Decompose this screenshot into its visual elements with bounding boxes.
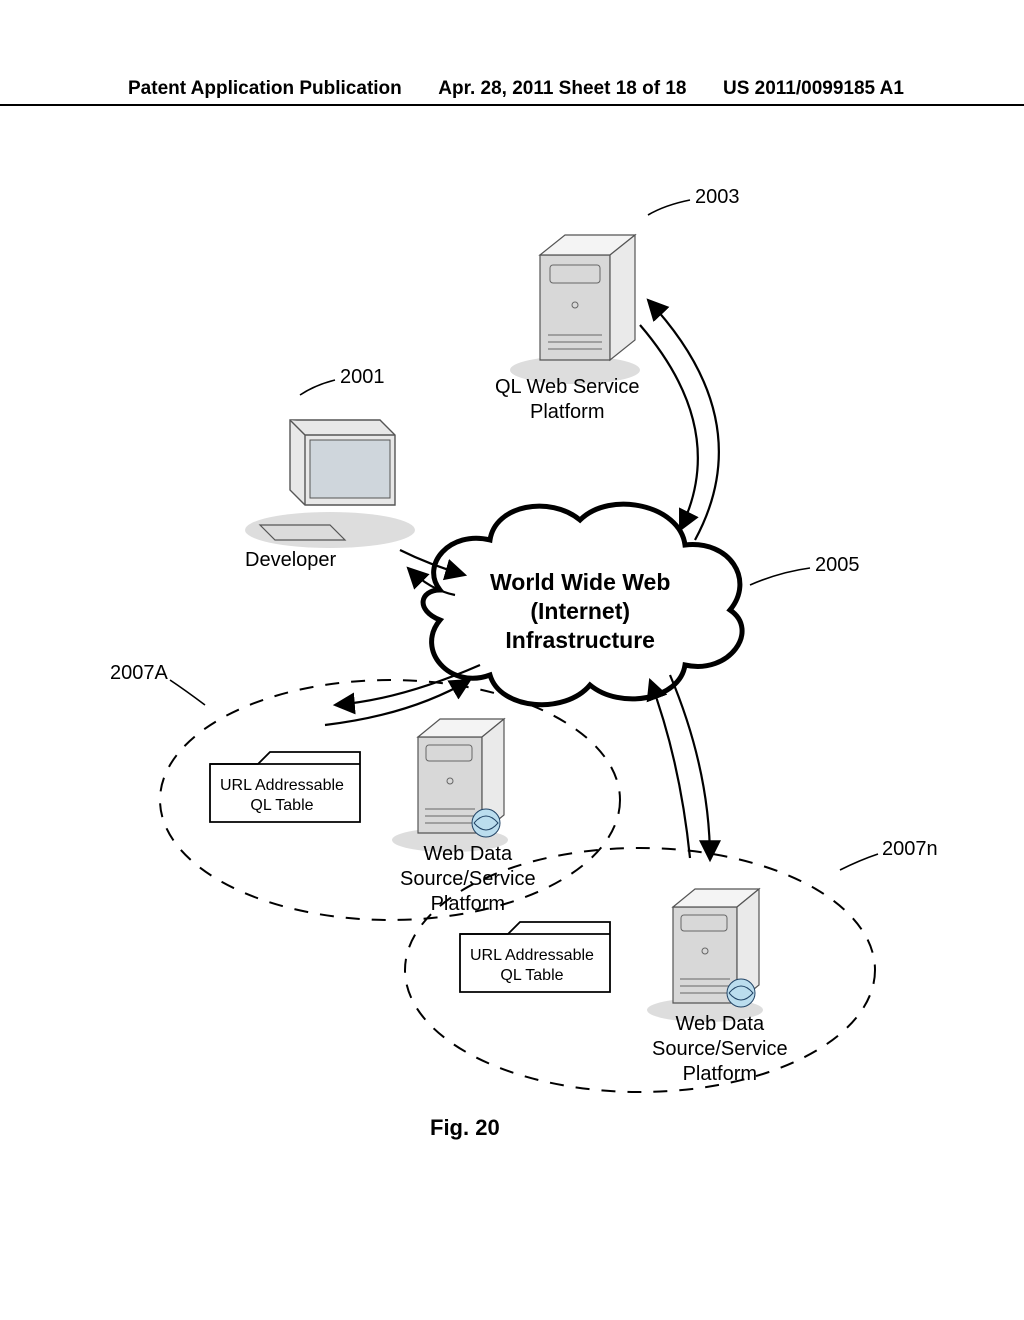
header-right: US 2011/0099185 A1 xyxy=(723,78,904,100)
header-left: Patent Application Publication xyxy=(128,78,402,100)
label-cloud: World Wide Web (Internet) Infrastructure xyxy=(490,568,670,654)
label-web-data-n: Web Data Source/Service Platform xyxy=(652,1012,788,1087)
server-2007a-icon xyxy=(392,719,508,852)
label-web-data-a: Web Data Source/Service Platform xyxy=(400,842,536,917)
figure-title: Fig. 20 xyxy=(430,1115,500,1141)
label-ql-web-service: QL Web Service Platform xyxy=(495,375,640,425)
header-row: Patent Application Publication Apr. 28, … xyxy=(0,78,1024,100)
label-url-table-a: URL Addressable QL Table xyxy=(220,776,344,816)
ref-2007n: 2007n xyxy=(882,838,938,861)
lead-2005 xyxy=(750,568,810,585)
arrow-n-to-cloud xyxy=(650,680,690,858)
lead-2007n xyxy=(840,854,878,870)
page: Patent Application Publication Apr. 28, … xyxy=(0,0,1024,1320)
diagram-canvas: 2003 2001 2005 2007A 2007n Developer QL … xyxy=(100,170,920,1100)
page-header: Patent Application Publication Apr. 28, … xyxy=(0,78,1024,106)
lead-2003 xyxy=(648,200,690,215)
server-2003-icon xyxy=(510,235,640,384)
label-developer: Developer xyxy=(245,548,336,573)
label-url-table-n: URL Addressable QL Table xyxy=(470,946,594,986)
developer-icon xyxy=(245,420,415,548)
header-mid: Apr. 28, 2011 Sheet 18 of 18 xyxy=(438,78,686,100)
ref-2005: 2005 xyxy=(815,554,860,577)
ref-2007a: 2007A xyxy=(110,662,168,685)
lead-2007a xyxy=(170,680,205,705)
arrow-a-to-cloud xyxy=(325,680,470,725)
arrow-cloud-to-ql xyxy=(648,300,719,540)
arrow-ql-to-cloud xyxy=(640,325,698,530)
lead-2001 xyxy=(300,380,335,395)
server-2007n-icon xyxy=(647,889,763,1022)
ref-2003: 2003 xyxy=(695,186,740,209)
ref-2001: 2001 xyxy=(340,366,385,389)
